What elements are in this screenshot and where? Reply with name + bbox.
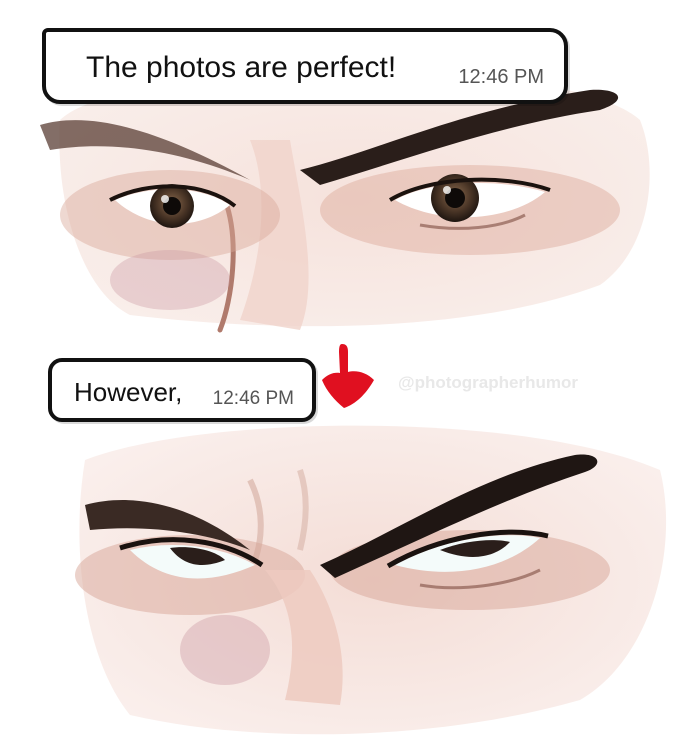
message-text: The photos are perfect! (86, 51, 397, 84)
message-timestamp: 12:46 PM (458, 66, 544, 88)
watermark: @photographerhumor (398, 373, 578, 392)
down-arrow-icon (320, 342, 380, 412)
message-timestamp: 12:46 PM (212, 388, 294, 409)
message-bubble-2: However, 12:46 PM (48, 358, 316, 422)
message-text: However, (74, 377, 183, 407)
eyes-illustration-angry (0, 400, 700, 750)
message-bubble-1: The photos are perfect! 12:46 PM (42, 28, 568, 104)
